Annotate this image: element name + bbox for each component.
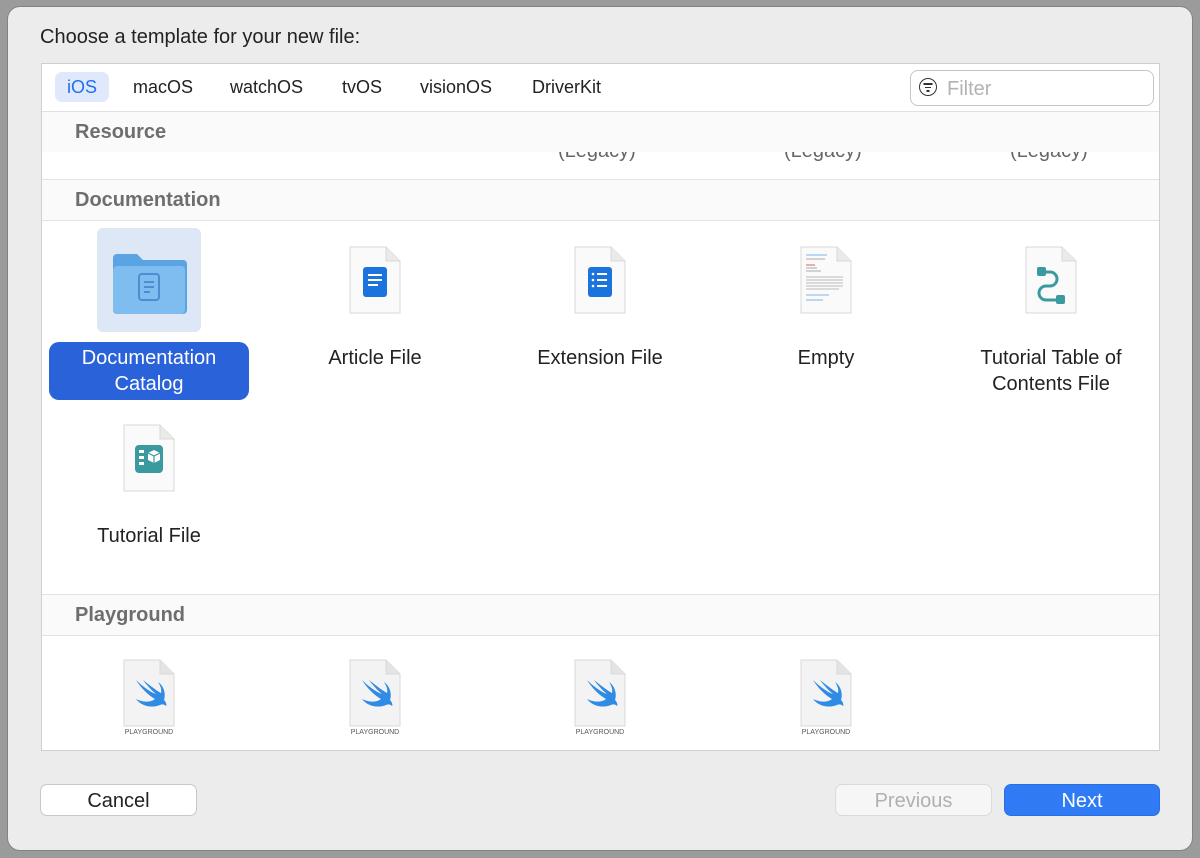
- filter-circle-icon: [919, 78, 937, 96]
- dialog-title: Choose a template for your new file:: [40, 26, 361, 48]
- cancel-button[interactable]: Cancel: [40, 784, 197, 816]
- template-label: Extension File: [537, 347, 663, 369]
- swift-playground-icon: PLAYGROUND: [323, 641, 427, 745]
- swift-playground-icon: PLAYGROUND: [548, 641, 652, 745]
- template-tutorial-toc[interactable]: Tutorial Table of Contents File: [946, 228, 1156, 400]
- playground-badge: PLAYGROUND: [575, 729, 625, 736]
- template-article-file[interactable]: Article File: [270, 228, 480, 374]
- swift-playground-icon: PLAYGROUND: [774, 641, 878, 745]
- resource-items-clipped: (Legacy) (Legacy) (Legacy): [42, 152, 1159, 180]
- playground-badge: PLAYGROUND: [801, 729, 851, 736]
- next-button[interactable]: Next: [1004, 784, 1160, 816]
- playground-badge: PLAYGROUND: [124, 729, 174, 736]
- section-header-playground: Playground: [42, 594, 1159, 636]
- section-header-resource: Resource: [42, 112, 1159, 153]
- section-title-resource: Resource: [75, 121, 167, 143]
- tab-tvos[interactable]: tvOS: [330, 72, 394, 102]
- section-title-documentation: Documentation: [75, 189, 221, 211]
- tab-ios[interactable]: iOS: [55, 72, 110, 102]
- filter-input[interactable]: [945, 75, 1149, 103]
- clipped-item-label: (Legacy): [1010, 152, 1088, 163]
- playground-badge: PLAYGROUND: [350, 729, 400, 736]
- swift-playground-icon: PLAYGROUND: [97, 641, 201, 745]
- extension-file-icon: [548, 228, 652, 332]
- template-label: Tutorial File: [97, 525, 201, 547]
- template-playground[interactable]: PLAYGROUND: [495, 641, 705, 745]
- filter-field[interactable]: [910, 70, 1154, 106]
- tab-macos[interactable]: macOS: [121, 72, 205, 102]
- template-label: Empty: [797, 347, 855, 369]
- folder-doc-icon: [97, 228, 201, 332]
- article-file-icon: [323, 228, 427, 332]
- tab-driverkit[interactable]: DriverKit: [520, 72, 613, 102]
- template-label: Tutorial Table of Contents File: [980, 347, 1122, 395]
- clipped-item-label: (Legacy): [784, 152, 862, 163]
- section-title-playground: Playground: [75, 604, 186, 626]
- section-header-documentation: Documentation: [42, 180, 1159, 221]
- template-playground[interactable]: PLAYGROUND: [721, 641, 931, 745]
- template-panel: iOS macOS watchOS tvOS visionOS DriverKi…: [41, 63, 1160, 751]
- platform-tab-bar: iOS macOS watchOS tvOS visionOS DriverKi…: [42, 64, 1159, 112]
- template-empty[interactable]: Empty: [721, 228, 931, 374]
- template-tutorial-file[interactable]: Tutorial File: [44, 406, 254, 552]
- template-playground[interactable]: PLAYGROUND: [44, 641, 254, 745]
- empty-file-icon: [774, 228, 878, 332]
- clipped-item-label: (Legacy): [558, 152, 636, 163]
- previous-button[interactable]: Previous: [835, 784, 992, 816]
- template-label: Article File: [328, 347, 422, 369]
- tab-visionos[interactable]: visionOS: [408, 72, 504, 102]
- tutorial-file-icon: [97, 406, 201, 510]
- template-extension-file[interactable]: Extension File: [495, 228, 705, 374]
- tab-watchos[interactable]: watchOS: [218, 72, 315, 102]
- template-documentation-catalog[interactable]: Documentation Catalog: [44, 228, 254, 400]
- template-label: Documentation Catalog: [49, 342, 249, 400]
- template-playground[interactable]: PLAYGROUND: [270, 641, 480, 745]
- tutorial-toc-icon: [999, 228, 1103, 332]
